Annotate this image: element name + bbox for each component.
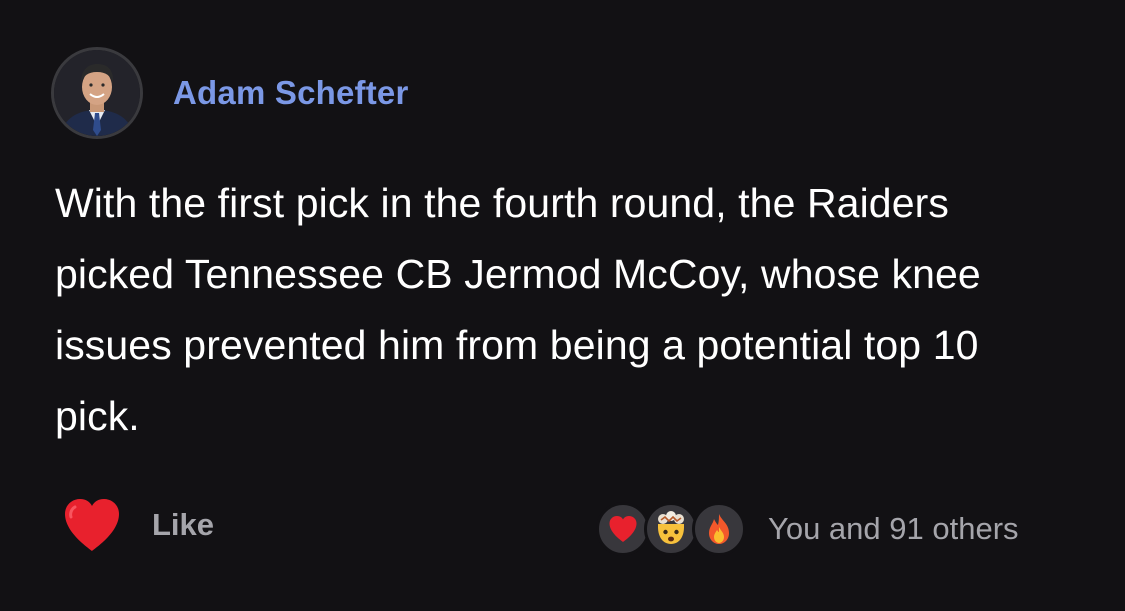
author-name[interactable]: Adam Schefter (173, 74, 409, 112)
fire-icon (709, 514, 729, 544)
avatar-photo (54, 50, 140, 136)
like-button[interactable]: Like (62, 497, 214, 553)
like-label: Like (152, 507, 215, 542)
reaction-heart (596, 502, 650, 556)
heart-icon[interactable] (62, 497, 122, 553)
reaction-icons (596, 502, 748, 556)
mind-blown-icon (658, 511, 684, 544)
avatar[interactable] (51, 47, 143, 139)
post-author: Adam Schefter (51, 47, 409, 139)
reactions-summary[interactable]: You and 91 others (596, 502, 1019, 556)
post-card: Adam Schefter With the first pick in the… (0, 0, 1125, 611)
reaction-mind-blown (644, 502, 698, 556)
reaction-fire (692, 502, 746, 556)
heart-icon (609, 516, 637, 542)
reaction-count: You and 91 others (768, 511, 1019, 546)
post-text: With the first pick in the fourth round,… (55, 180, 981, 439)
